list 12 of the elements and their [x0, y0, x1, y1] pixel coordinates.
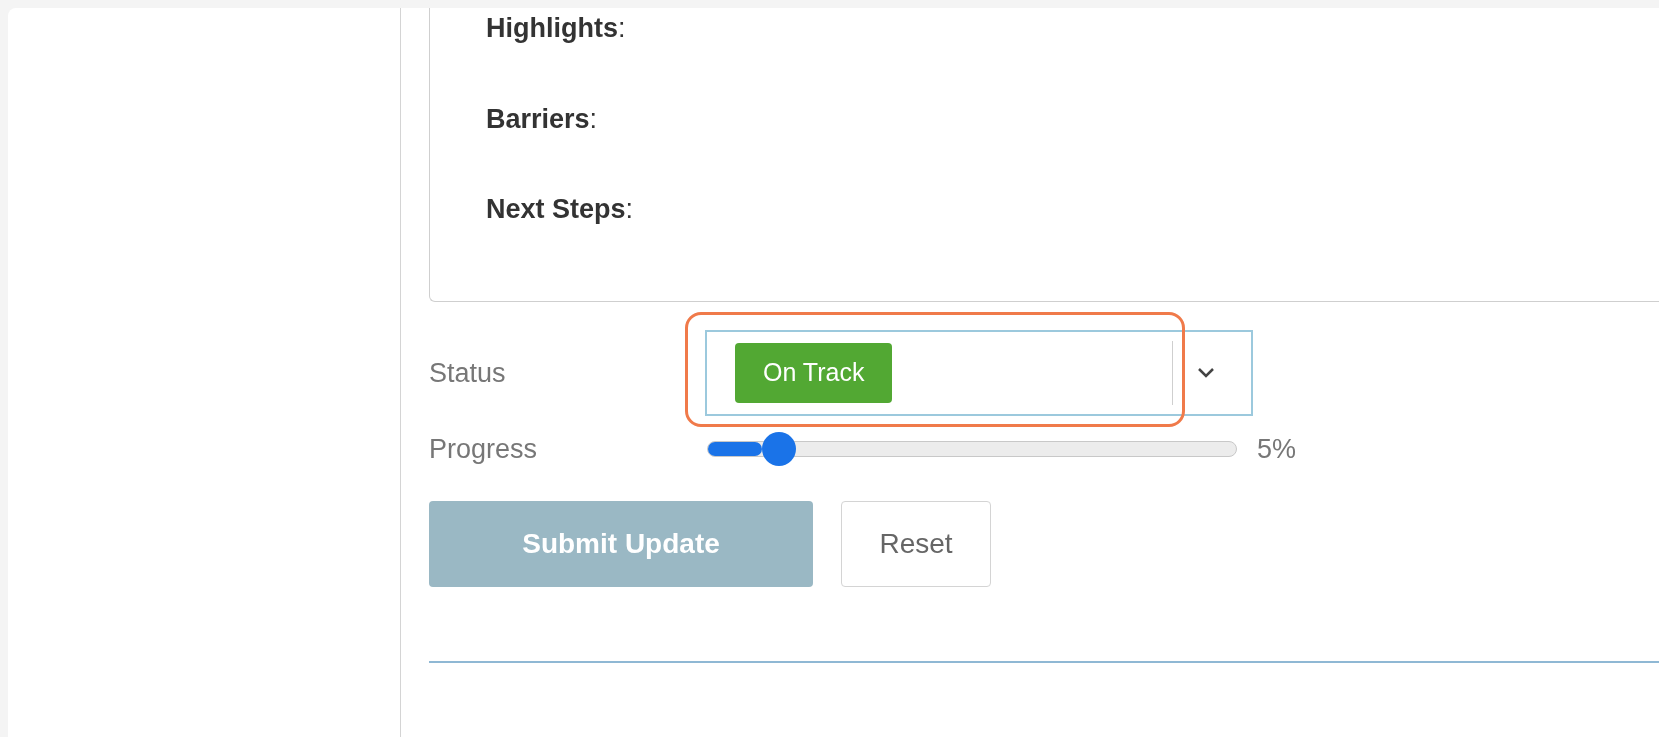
notes-field[interactable]: Highlights: Barriers: Next Steps:: [429, 8, 1659, 302]
chevron-icon: [1197, 367, 1215, 379]
status-tag: On Track: [735, 343, 893, 403]
progress-label: Progress: [429, 432, 539, 466]
progress-value: 5%: [1257, 432, 1297, 466]
notes-line: Barriers:: [486, 102, 599, 136]
notes-line: Highlights:: [486, 12, 627, 45]
notes-line: Next Steps:: [486, 193, 635, 226]
status-label: Status: [429, 356, 507, 390]
reset-button[interactable]: Reset: [841, 501, 991, 587]
slider-thumb[interactable]: [761, 432, 796, 466]
status-select[interactable]: On Track: [705, 330, 1253, 416]
